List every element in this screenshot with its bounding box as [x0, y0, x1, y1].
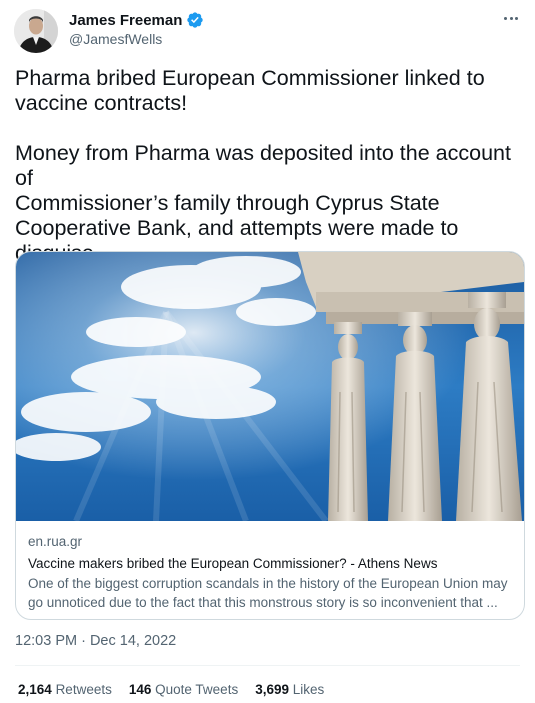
verified-badge-icon [186, 11, 204, 29]
avatar-image [14, 9, 58, 53]
retweets-stat[interactable]: 2,164 Retweets [18, 682, 112, 697]
engagement-stats: 2,164 Retweets 146 Quote Tweets 3,699 Li… [18, 682, 341, 697]
quote-tweets-stat[interactable]: 146 Quote Tweets [129, 682, 238, 697]
tweet-container: James Freeman @JamesfWells Pharma bribed… [0, 0, 535, 703]
link-card-image [16, 252, 524, 521]
divider [15, 665, 520, 666]
author-display-name[interactable]: James Freeman [69, 12, 182, 29]
retweets-count: 2,164 [18, 682, 52, 697]
link-card-title[interactable]: Vaccine makers bribed the European Commi… [28, 555, 516, 573]
retweets-label: Retweets [55, 682, 112, 697]
more-options-icon[interactable] [501, 8, 521, 28]
likes-label: Likes [292, 682, 325, 697]
quote-tweets-count: 146 [128, 682, 152, 697]
link-card-description: One of the biggest corruption scandals i… [28, 576, 508, 610]
link-card-domain: en.rua.gr [28, 534, 83, 549]
quote-tweets-label: Quote Tweets [155, 682, 239, 697]
link-card[interactable]: en.rua.gr Vaccine makers bribed the Euro… [15, 251, 525, 620]
author-name-row[interactable]: James Freeman [69, 11, 204, 29]
avatar[interactable] [14, 9, 58, 53]
link-card-meta: en.rua.gr Vaccine makers bribed the Euro… [28, 533, 516, 612]
likes-stat[interactable]: 3,699 Likes [255, 682, 324, 697]
tweet-timestamp[interactable]: 12:03 PM · Dec 14, 2022 [15, 633, 176, 649]
likes-count: 3,699 [255, 682, 289, 697]
author-handle[interactable]: @JamesfWells [69, 31, 162, 47]
